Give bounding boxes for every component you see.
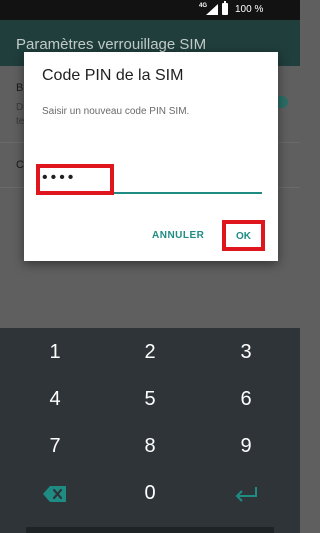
key-5[interactable]: 5 <box>100 377 200 422</box>
ok-button[interactable]: OK <box>236 231 251 242</box>
key-0[interactable]: 0 <box>100 471 200 516</box>
backspace-key[interactable] <box>5 471 105 516</box>
backspace-icon <box>43 485 66 502</box>
dialog-title: Code PIN de la SIM <box>42 67 184 84</box>
settings-row-subtitle: D <box>16 102 24 113</box>
pin-highlight-box <box>36 164 114 195</box>
status-bar: 4G 100 % <box>0 0 300 20</box>
navigation-strip <box>26 527 274 533</box>
dialog-message: Saisir un nouveau code PIN SIM. <box>42 106 190 117</box>
numeric-keypad: 1 2 3 4 5 6 7 8 9 0 <box>0 328 300 533</box>
battery-percentage: 100 % <box>235 4 264 15</box>
key-1[interactable]: 1 <box>5 330 105 375</box>
settings-row-title: C <box>16 159 24 171</box>
signal-icon <box>206 4 218 15</box>
key-4[interactable]: 4 <box>5 377 105 422</box>
page-title: Paramètres verrouillage SIM <box>16 36 207 53</box>
key-2[interactable]: 2 <box>100 330 200 375</box>
key-8[interactable]: 8 <box>100 424 200 469</box>
key-7[interactable]: 7 <box>5 424 105 469</box>
battery-icon <box>222 1 228 15</box>
enter-icon <box>235 486 257 502</box>
key-9[interactable]: 9 <box>196 424 296 469</box>
sim-pin-dialog: Code PIN de la SIM Saisir un nouveau cod… <box>24 52 278 261</box>
enter-key[interactable] <box>196 471 296 516</box>
key-6[interactable]: 6 <box>196 377 296 422</box>
cancel-button[interactable]: ANNULER <box>152 230 204 241</box>
key-3[interactable]: 3 <box>196 330 296 375</box>
settings-row-title: B <box>16 82 24 94</box>
